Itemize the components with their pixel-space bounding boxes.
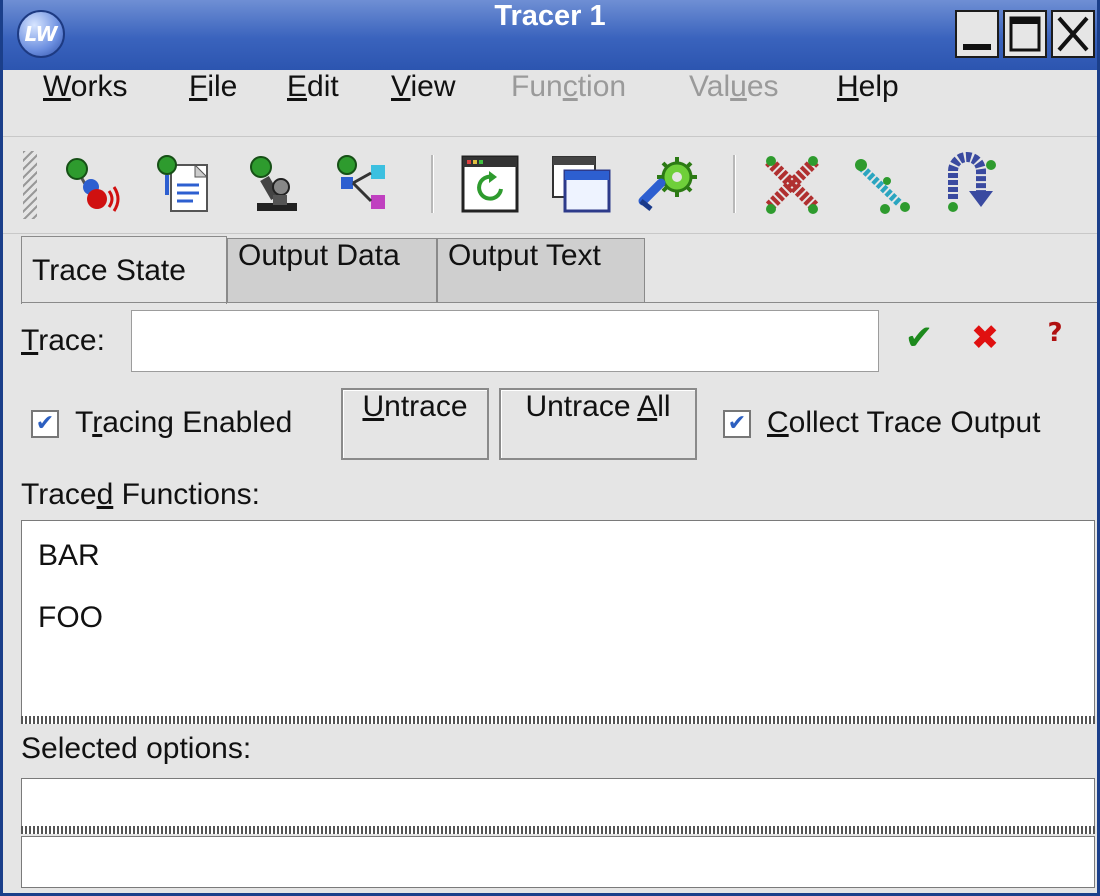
selected-options-field[interactable] xyxy=(21,778,1095,828)
close-button[interactable] xyxy=(1051,10,1095,58)
step-icon[interactable] xyxy=(851,151,913,217)
maximize-icon xyxy=(1009,16,1041,52)
tracer-window: LW Tracer 1 Works File Edit View Functio… xyxy=(0,0,1100,896)
collect-output-label[interactable]: Collect Trace Output xyxy=(767,406,1040,440)
traced-functions-label: Traced Functions: xyxy=(21,478,260,511)
menu-edit[interactable]: Edit xyxy=(287,70,339,136)
listener-icon[interactable] xyxy=(61,151,123,217)
untrace-all-icon[interactable] xyxy=(761,151,823,217)
editor-icon[interactable] xyxy=(153,151,215,217)
toolbar-separator xyxy=(733,155,736,213)
tab-output-data[interactable]: Output Data xyxy=(227,238,437,302)
untrace-button[interactable]: Untrace xyxy=(341,388,489,460)
title-bar[interactable]: LW Tracer 1 xyxy=(3,0,1097,70)
list-item[interactable]: FOO xyxy=(38,601,103,635)
accept-check-icon[interactable]: ✔ xyxy=(897,318,941,364)
traced-functions-list[interactable]: BAR FOO xyxy=(21,520,1095,718)
untrace-all-button[interactable]: Untrace All xyxy=(499,388,697,460)
window-title: Tracer 1 xyxy=(494,0,606,32)
refresh-window-icon[interactable] xyxy=(459,151,521,217)
toolbar xyxy=(3,137,1097,234)
selected-options-label: Selected options: xyxy=(21,732,252,765)
windows-icon[interactable] xyxy=(549,151,611,217)
menu-function[interactable]: Function xyxy=(511,70,626,136)
menu-bar: Works File Edit View Function Values Hel… xyxy=(3,70,1097,137)
minimize-button[interactable] xyxy=(955,10,999,58)
cancel-x-icon[interactable]: ✖ xyxy=(963,318,1007,364)
toolbar-grip[interactable] xyxy=(23,151,37,219)
tab-output-text[interactable]: Output Text xyxy=(437,238,645,302)
maximize-button[interactable] xyxy=(1003,10,1047,58)
close-icon xyxy=(1057,16,1089,52)
menu-values[interactable]: Values xyxy=(689,70,779,136)
pane-splitter[interactable] xyxy=(21,826,1095,834)
tracing-enabled-checkbox[interactable]: ✔ xyxy=(31,410,59,438)
toolbar-separator xyxy=(431,155,434,213)
list-item[interactable]: BAR xyxy=(38,539,100,573)
tracing-enabled-label[interactable]: Tracing Enabled xyxy=(75,406,292,440)
minimize-icon xyxy=(963,44,991,50)
output-field[interactable] xyxy=(21,836,1095,888)
help-question-icon[interactable]: ? xyxy=(1033,318,1077,364)
trace-input[interactable] xyxy=(131,310,879,372)
tab-trace-state[interactable]: Trace State xyxy=(21,236,227,304)
restart-icon[interactable] xyxy=(939,151,1001,217)
tools-gear-icon[interactable] xyxy=(637,151,699,217)
inspector-icon[interactable] xyxy=(243,151,305,217)
menu-help[interactable]: Help xyxy=(837,70,899,136)
class-browser-icon[interactable] xyxy=(333,151,395,217)
collect-output-checkbox[interactable]: ✔ xyxy=(723,410,751,438)
menu-works[interactable]: Works xyxy=(43,70,127,136)
trace-label: Trace: xyxy=(21,324,105,357)
pane-splitter[interactable] xyxy=(21,716,1095,724)
menu-view[interactable]: View xyxy=(391,70,455,136)
menu-file[interactable]: File xyxy=(189,70,237,136)
